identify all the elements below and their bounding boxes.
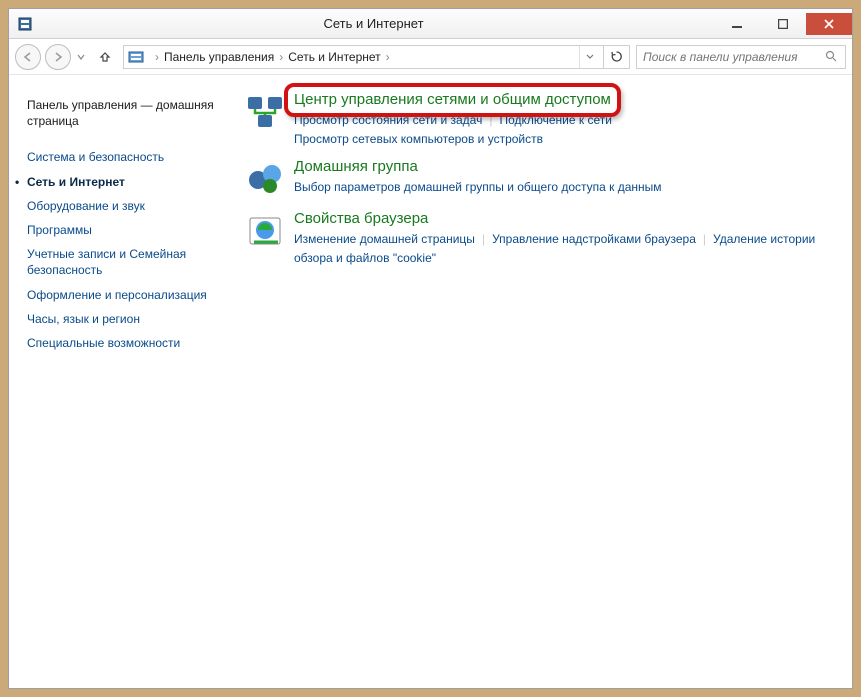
category-title[interactable]: Центр управления сетями и общим доступом [294, 91, 611, 108]
sidebar-item[interactable]: Система и безопасность [27, 145, 216, 169]
close-button[interactable] [806, 13, 852, 35]
sub-link[interactable]: Выбор параметров домашней группы и общег… [294, 180, 662, 194]
sub-links: Изменение домашней страницы | Управление н… [294, 230, 832, 267]
content-area: Центр управления сетями и общим доступом… [224, 75, 852, 688]
separator: | [703, 232, 706, 246]
category-icon [244, 210, 286, 252]
address-bar[interactable]: › Панель управления › Сеть и Интернет › [123, 45, 604, 69]
up-button[interactable] [93, 45, 117, 69]
refresh-button[interactable] [604, 45, 630, 69]
search-input[interactable] [643, 50, 824, 64]
history-dropdown[interactable] [75, 44, 87, 70]
control-panel-icon [128, 49, 144, 65]
sidebar-item[interactable]: Учетные записи и Семейная безопасность [27, 242, 216, 282]
address-dropdown[interactable] [579, 46, 599, 68]
sidebar-item[interactable]: Оборудование и звук [27, 194, 216, 218]
window-icon [17, 16, 33, 32]
navigation-bar: › Панель управления › Сеть и Интернет › [9, 39, 852, 75]
category: Центр управления сетями и общим доступом… [244, 91, 832, 148]
body: Панель управления — домашняя страница Си… [9, 75, 852, 688]
sidebar: Панель управления — домашняя страница Си… [9, 75, 224, 688]
sidebar-home-link[interactable]: Панель управления — домашняя страница [27, 97, 216, 129]
sidebar-item[interactable]: Часы, язык и регион [27, 307, 216, 331]
sub-link[interactable]: Управление надстройками браузера [492, 232, 696, 246]
sidebar-item[interactable]: Программы [27, 218, 216, 242]
category-title[interactable]: Домашняя группа [294, 158, 418, 175]
breadcrumb-sep-icon: › [155, 50, 159, 64]
category: Домашняя группа Выбор параметров домашней… [244, 158, 832, 200]
category-icon [244, 158, 286, 200]
forward-button[interactable] [45, 44, 71, 70]
separator: | [489, 113, 492, 127]
control-panel-window: Сеть и Интернет › Панель управления › Се… [8, 8, 853, 689]
sidebar-item[interactable]: Специальные возможности [27, 331, 216, 355]
search-box[interactable] [636, 45, 846, 69]
sub-link[interactable]: Просмотр состояния сети и задач [294, 113, 482, 127]
search-icon [824, 50, 839, 63]
separator: | [482, 232, 485, 246]
back-button[interactable] [15, 44, 41, 70]
sub-links: Просмотр состояния сети и задач | Подключе… [294, 111, 832, 148]
breadcrumb-root[interactable]: Панель управления [164, 50, 274, 64]
sub-link[interactable]: Подключение к сети [499, 113, 611, 127]
breadcrumb-sep-icon: › [279, 50, 283, 64]
sidebar-item[interactable]: Сеть и Интернет [27, 170, 216, 194]
category-icon [244, 91, 286, 133]
sidebar-item[interactable]: Оформление и персонализация [27, 283, 216, 307]
breadcrumb-sep-icon: › [386, 50, 390, 64]
breadcrumb-current[interactable]: Сеть и Интернет [288, 50, 380, 64]
window-title: Сеть и Интернет [33, 16, 714, 31]
titlebar: Сеть и Интернет [9, 9, 852, 39]
maximize-button[interactable] [760, 13, 806, 35]
sub-link[interactable]: Изменение домашней страницы [294, 232, 475, 246]
sub-links: Выбор параметров домашней группы и общег… [294, 178, 832, 197]
category-title[interactable]: Свойства браузера [294, 210, 428, 227]
sub-link[interactable]: Просмотр сетевых компьютеров и устройств [294, 132, 543, 146]
category: Свойства браузера Изменение домашней стра… [244, 210, 832, 267]
minimize-button[interactable] [714, 13, 760, 35]
